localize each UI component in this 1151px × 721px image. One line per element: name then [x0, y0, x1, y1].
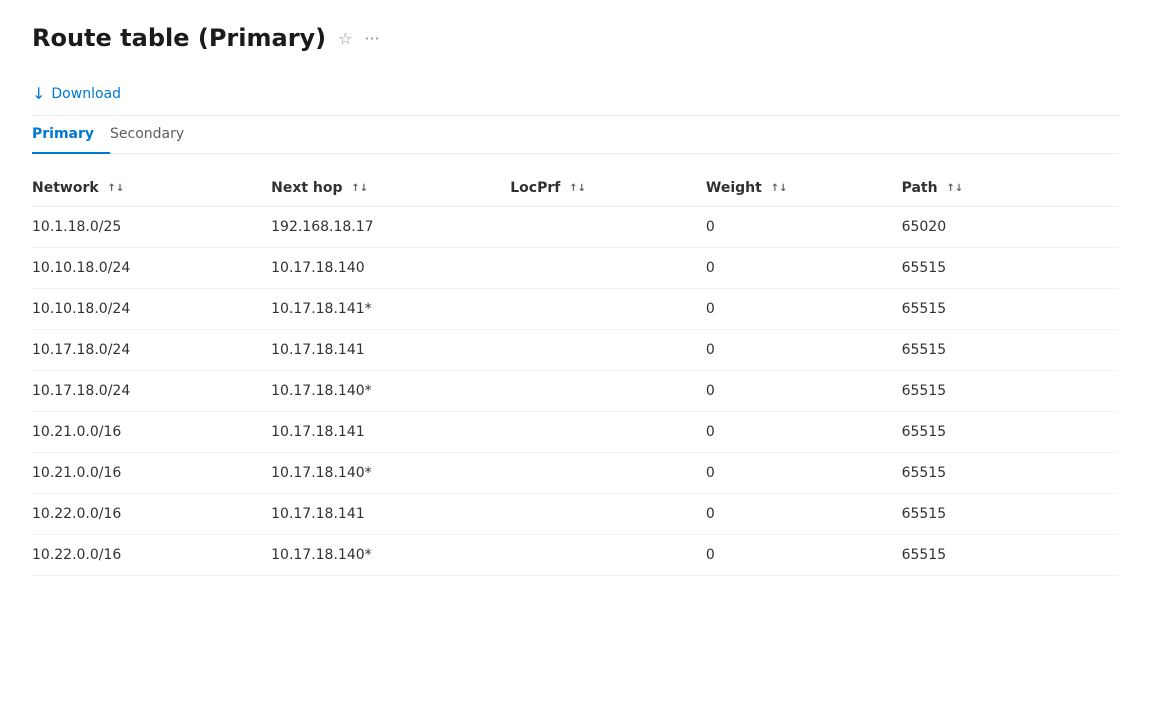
cell-path-1: 65515	[902, 248, 1119, 289]
cell-nexthop-4: 10.17.18.140*	[271, 371, 510, 412]
page-header: Route table (Primary) ☆ ···	[32, 24, 1119, 52]
table-row: 10.17.18.0/2410.17.18.141 065515	[32, 330, 1119, 371]
cell-network-2: 10.10.18.0/24	[32, 289, 271, 330]
table-row: 10.17.18.0/2410.17.18.140* 065515	[32, 371, 1119, 412]
cell-locprf-0	[510, 207, 706, 248]
table-row: 10.21.0.0/1610.17.18.141 065515	[32, 412, 1119, 453]
toolbar: ↓ Download	[32, 72, 1119, 116]
download-button[interactable]: ↓ Download	[32, 80, 121, 107]
route-table-container: Network ↑↓ Next hop ↑↓ LocPrf ↑↓ Weight …	[32, 170, 1119, 576]
cell-network-7: 10.22.0.0/16	[32, 494, 271, 535]
table-row: 10.10.18.0/2410.17.18.140 065515	[32, 248, 1119, 289]
tab-primary[interactable]: Primary	[32, 116, 110, 154]
tabs-container: Primary Secondary	[32, 116, 1119, 154]
cell-weight-4: 0	[706, 371, 902, 412]
cell-path-3: 65515	[902, 330, 1119, 371]
cell-path-5: 65515	[902, 412, 1119, 453]
column-header-weight[interactable]: Weight ↑↓	[706, 170, 902, 207]
cell-path-6: 65515	[902, 453, 1119, 494]
cell-network-4: 10.17.18.0/24	[32, 371, 271, 412]
table-row: 10.10.18.0/2410.17.18.141* 065515	[32, 289, 1119, 330]
cell-weight-2: 0	[706, 289, 902, 330]
cell-path-2: 65515	[902, 289, 1119, 330]
cell-path-7: 65515	[902, 494, 1119, 535]
cell-nexthop-2: 10.17.18.141*	[271, 289, 510, 330]
cell-weight-1: 0	[706, 248, 902, 289]
sort-icon-network: ↑↓	[108, 183, 125, 194]
cell-locprf-3	[510, 330, 706, 371]
sort-icon-locprf: ↑↓	[569, 183, 586, 194]
cell-nexthop-1: 10.17.18.140	[271, 248, 510, 289]
table-header-row: Network ↑↓ Next hop ↑↓ LocPrf ↑↓ Weight …	[32, 170, 1119, 207]
cell-nexthop-5: 10.17.18.141	[271, 412, 510, 453]
sort-icon-nexthop: ↑↓	[351, 183, 368, 194]
cell-locprf-8	[510, 535, 706, 576]
cell-path-0: 65020	[902, 207, 1119, 248]
cell-nexthop-8: 10.17.18.140*	[271, 535, 510, 576]
cell-locprf-5	[510, 412, 706, 453]
cell-weight-5: 0	[706, 412, 902, 453]
cell-path-8: 65515	[902, 535, 1119, 576]
table-row: 10.1.18.0/25192.168.18.17 065020	[32, 207, 1119, 248]
cell-weight-0: 0	[706, 207, 902, 248]
column-header-path[interactable]: Path ↑↓	[902, 170, 1119, 207]
route-table: Network ↑↓ Next hop ↑↓ LocPrf ↑↓ Weight …	[32, 170, 1119, 576]
cell-weight-3: 0	[706, 330, 902, 371]
cell-network-0: 10.1.18.0/25	[32, 207, 271, 248]
cell-nexthop-7: 10.17.18.141	[271, 494, 510, 535]
page-title: Route table (Primary)	[32, 24, 326, 52]
column-header-network[interactable]: Network ↑↓	[32, 170, 271, 207]
sort-icon-path: ↑↓	[946, 183, 963, 194]
cell-locprf-4	[510, 371, 706, 412]
tab-secondary[interactable]: Secondary	[110, 116, 200, 154]
sort-icon-weight: ↑↓	[771, 183, 788, 194]
cell-weight-8: 0	[706, 535, 902, 576]
table-row: 10.22.0.0/1610.17.18.141 065515	[32, 494, 1119, 535]
cell-weight-6: 0	[706, 453, 902, 494]
column-header-nexthop[interactable]: Next hop ↑↓	[271, 170, 510, 207]
cell-locprf-6	[510, 453, 706, 494]
table-row: 10.21.0.0/1610.17.18.140* 065515	[32, 453, 1119, 494]
download-icon: ↓	[32, 84, 45, 103]
cell-locprf-1	[510, 248, 706, 289]
cell-network-6: 10.21.0.0/16	[32, 453, 271, 494]
cell-weight-7: 0	[706, 494, 902, 535]
cell-network-3: 10.17.18.0/24	[32, 330, 271, 371]
cell-network-5: 10.21.0.0/16	[32, 412, 271, 453]
cell-path-4: 65515	[902, 371, 1119, 412]
cell-nexthop-0: 192.168.18.17	[271, 207, 510, 248]
download-label: Download	[51, 86, 121, 102]
cell-locprf-2	[510, 289, 706, 330]
cell-network-1: 10.10.18.0/24	[32, 248, 271, 289]
cell-locprf-7	[510, 494, 706, 535]
pin-icon[interactable]: ☆	[338, 29, 352, 48]
more-icon[interactable]: ···	[364, 29, 379, 48]
table-row: 10.22.0.0/1610.17.18.140* 065515	[32, 535, 1119, 576]
cell-nexthop-3: 10.17.18.141	[271, 330, 510, 371]
cell-nexthop-6: 10.17.18.140*	[271, 453, 510, 494]
column-header-locprf[interactable]: LocPrf ↑↓	[510, 170, 706, 207]
cell-network-8: 10.22.0.0/16	[32, 535, 271, 576]
